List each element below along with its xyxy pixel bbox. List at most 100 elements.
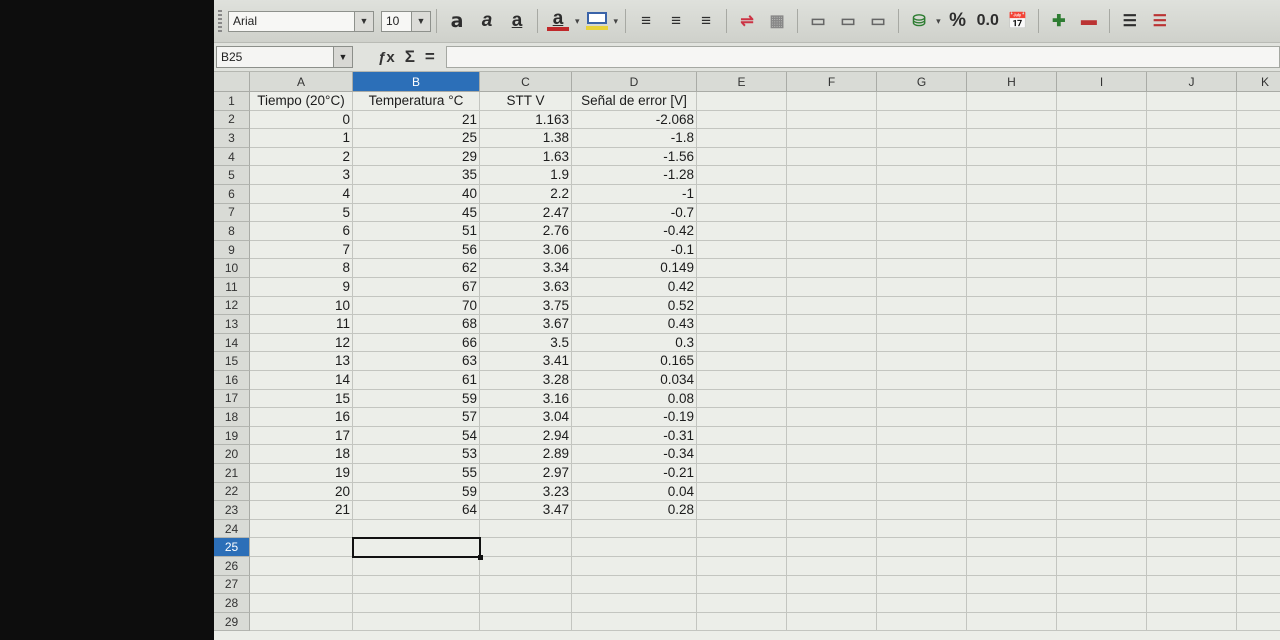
empty-cell[interactable] [1057,389,1147,409]
data-cell[interactable]: -0.31 [572,426,697,446]
empty-cell[interactable] [1057,519,1147,539]
empty-cell[interactable] [877,519,967,539]
empty-cell[interactable] [967,408,1057,427]
empty-cell[interactable] [967,259,1057,278]
row-header-23[interactable]: 23 [214,501,250,520]
empty-cell[interactable] [877,464,967,483]
empty-cell[interactable] [877,538,967,557]
data-cell[interactable]: 3.06 [480,240,572,260]
empty-cell[interactable] [877,185,967,204]
empty-cell[interactable] [787,185,877,204]
row-header-7[interactable]: 7 [214,203,250,223]
empty-cell[interactable] [967,203,1057,223]
data-cell[interactable]: 59 [353,482,480,502]
empty-cell[interactable] [1237,297,1280,316]
data-cell[interactable]: 0.43 [572,315,697,334]
data-cell[interactable]: 2.2 [480,185,572,204]
increase-indent-icon[interactable]: ☰ [1119,7,1141,35]
empty-cell[interactable] [353,519,480,539]
number-format-button[interactable]: 0.0 [977,7,999,35]
empty-cell[interactable] [877,426,967,446]
empty-cell[interactable] [877,408,967,427]
empty-cell[interactable] [967,371,1057,390]
column-header-k[interactable]: K [1237,72,1280,92]
empty-cell[interactable] [250,538,353,557]
empty-cell[interactable] [572,575,697,595]
empty-cell[interactable] [1237,92,1280,111]
row-header-18[interactable]: 18 [214,408,250,427]
empty-cell[interactable] [1147,612,1237,632]
empty-cell[interactable] [1057,315,1147,334]
empty-cell[interactable] [1057,259,1147,278]
data-cell[interactable]: 14 [250,371,353,390]
empty-cell[interactable] [1147,371,1237,390]
empty-cell[interactable] [1057,110,1147,130]
empty-cell[interactable] [1147,166,1237,185]
data-cell[interactable]: 0.149 [572,259,697,278]
empty-cell[interactable] [480,612,572,632]
empty-cell[interactable] [697,352,787,371]
data-cell[interactable]: 25 [353,129,480,148]
empty-cell[interactable] [967,333,1057,353]
empty-cell[interactable] [1147,240,1237,260]
empty-cell[interactable] [967,612,1057,632]
column-header-d[interactable]: D [572,72,697,92]
data-cell[interactable]: -0.7 [572,203,697,223]
empty-cell[interactable] [967,147,1057,167]
empty-cell[interactable] [1237,538,1280,557]
empty-cell[interactable] [1057,352,1147,371]
row-header-10[interactable]: 10 [214,259,250,278]
data-cell[interactable]: 45 [353,203,480,223]
empty-cell[interactable] [697,203,787,223]
header-cell-a[interactable]: Tiempo (20°C) [250,92,353,111]
data-cell[interactable]: 20 [250,482,353,502]
empty-cell[interactable] [1057,185,1147,204]
empty-cell[interactable] [697,389,787,409]
data-cell[interactable]: 0.52 [572,296,697,316]
data-cell[interactable]: -0.34 [572,445,697,464]
empty-cell[interactable] [877,371,967,390]
empty-cell[interactable] [1237,445,1280,464]
column-header-b[interactable]: B [353,72,480,92]
empty-cell[interactable] [697,408,787,427]
data-cell[interactable]: 54 [353,426,480,446]
empty-cell[interactable] [697,259,787,278]
empty-cell[interactable] [697,557,787,576]
empty-cell[interactable] [1237,408,1280,427]
empty-cell[interactable] [877,129,967,148]
empty-cell[interactable] [967,129,1057,148]
data-cell[interactable]: 16 [250,408,353,427]
empty-cell[interactable] [1237,594,1280,613]
date-format-icon[interactable]: 📅 [1007,7,1029,35]
data-cell[interactable]: 3.47 [480,501,572,520]
column-header-e[interactable]: E [697,72,787,92]
empty-cell[interactable] [1147,575,1237,595]
empty-cell[interactable] [787,147,877,167]
data-cell[interactable]: 3.75 [480,296,572,316]
row-header-25[interactable]: 25 [214,538,250,557]
empty-cell[interactable] [1057,129,1147,148]
empty-cell[interactable] [1147,594,1237,613]
bold-icon[interactable]: a [446,7,468,35]
empty-cell[interactable] [1057,426,1147,446]
empty-cell[interactable] [1057,371,1147,390]
row-header-3[interactable]: 3 [214,129,250,148]
align-bottom-icon[interactable]: ▭ [867,7,889,35]
row-header-19[interactable]: 19 [214,426,250,446]
data-cell[interactable]: 3.23 [480,482,572,502]
empty-cell[interactable] [1057,594,1147,613]
empty-cell[interactable] [877,333,967,353]
row-header-11[interactable]: 11 [214,278,250,297]
row-header-5[interactable]: 5 [214,166,250,185]
data-cell[interactable]: 17 [250,426,353,446]
empty-cell[interactable] [697,166,787,185]
empty-cell[interactable] [967,315,1057,334]
align-center-icon[interactable]: ≡ [665,7,687,35]
empty-cell[interactable] [877,240,967,260]
empty-cell[interactable] [697,92,787,111]
align-middle-icon[interactable]: ▭ [837,7,859,35]
empty-cell[interactable] [1237,352,1280,371]
data-cell[interactable]: 0.3 [572,333,697,353]
empty-cell[interactable] [1147,129,1237,148]
empty-cell[interactable] [697,426,787,446]
